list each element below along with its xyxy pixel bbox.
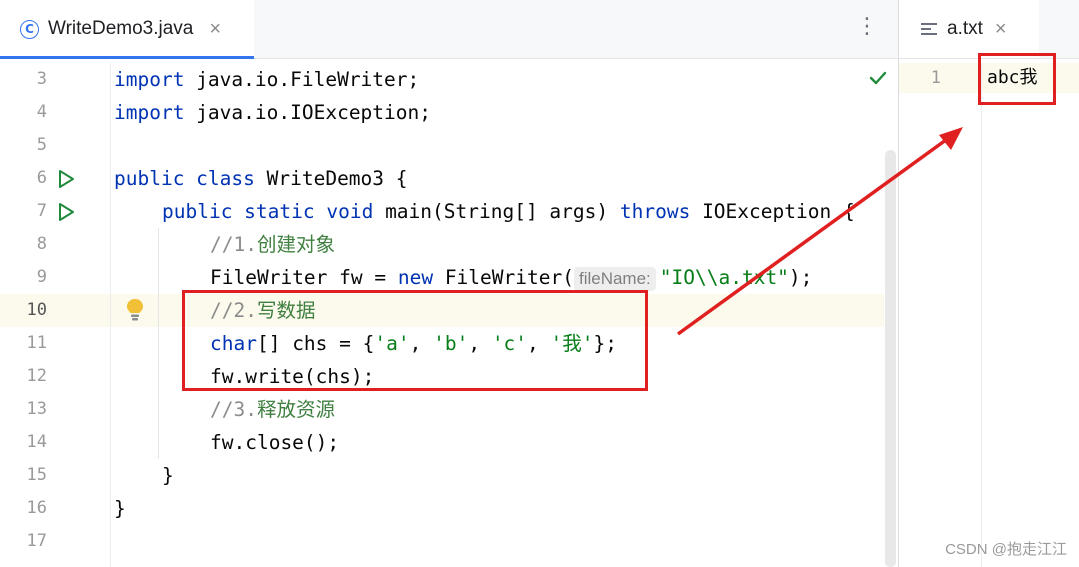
arrow-head	[939, 127, 963, 150]
annotation-arrow	[676, 127, 963, 336]
watermark: CSDN @抱走江江	[945, 541, 1067, 558]
arrow-line	[676, 135, 952, 336]
